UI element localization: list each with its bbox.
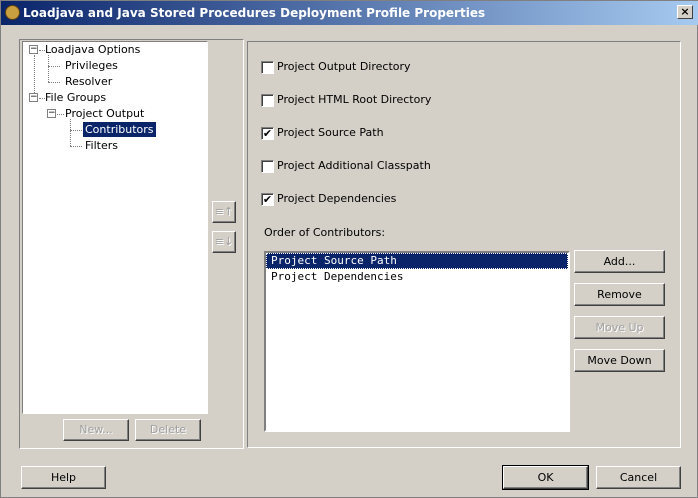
checkbox-label: Project Source Path — [277, 126, 384, 139]
move-up-icon[interactable]: ≡↑ — [212, 201, 236, 223]
tree-item-project-output[interactable]: Project Output — [63, 106, 146, 121]
move-down-icon[interactable]: ≡↓ — [212, 231, 236, 253]
add-button[interactable]: Add... — [574, 250, 665, 273]
checkbox-label: Project Output Directory — [277, 60, 411, 73]
tree-view[interactable]: − − − Loadjava Options Privileges Resolv… — [22, 41, 208, 414]
order-label: Order of Contributors: — [264, 226, 386, 239]
contributors-list[interactable]: Project Source Path Project Dependencies — [264, 251, 570, 432]
collapse-icon[interactable]: − — [29, 93, 38, 102]
checkbox-project-additional-classpath[interactable] — [261, 160, 274, 173]
move-up-button[interactable]: Move Up — [574, 316, 665, 339]
tree-item-loadjava-options[interactable]: Loadjava Options — [43, 42, 142, 57]
checkbox-label: Project Dependencies — [277, 192, 397, 205]
help-button[interactable]: Help — [21, 466, 106, 489]
tree-item-file-groups[interactable]: File Groups — [43, 90, 108, 105]
checkbox-project-dependencies[interactable]: ✔ — [261, 193, 274, 206]
close-button[interactable]: × — [677, 5, 693, 19]
collapse-icon[interactable]: − — [47, 109, 56, 118]
list-item[interactable]: Project Dependencies — [266, 269, 568, 285]
checkbox-label: Project HTML Root Directory — [277, 93, 432, 106]
remove-button[interactable]: Remove — [574, 283, 665, 306]
list-item[interactable]: Project Source Path — [266, 253, 568, 269]
tree-item-filters[interactable]: Filters — [83, 138, 120, 153]
checkbox-project-source-path[interactable]: ✔ — [261, 127, 274, 140]
checkbox-project-output-directory[interactable] — [261, 61, 274, 74]
tree-item-resolver[interactable]: Resolver — [63, 74, 114, 89]
new-button[interactable]: New... — [63, 419, 129, 441]
app-icon — [5, 5, 20, 20]
title-bar: Loadjava and Java Stored Procedures Depl… — [1, 1, 698, 25]
window-title: Loadjava and Java Stored Procedures Depl… — [23, 6, 486, 20]
collapse-icon[interactable]: − — [29, 45, 38, 54]
delete-button[interactable]: Delete — [135, 419, 201, 441]
checkbox-project-html-root-directory[interactable] — [261, 94, 274, 107]
ok-button[interactable]: OK — [502, 465, 589, 490]
move-down-button[interactable]: Move Down — [574, 349, 665, 372]
cancel-button[interactable]: Cancel — [596, 466, 681, 489]
tree-item-contributors[interactable]: Contributors — [83, 122, 156, 137]
tree-item-privileges[interactable]: Privileges — [63, 58, 120, 73]
checkbox-label: Project Additional Classpath — [277, 159, 431, 172]
